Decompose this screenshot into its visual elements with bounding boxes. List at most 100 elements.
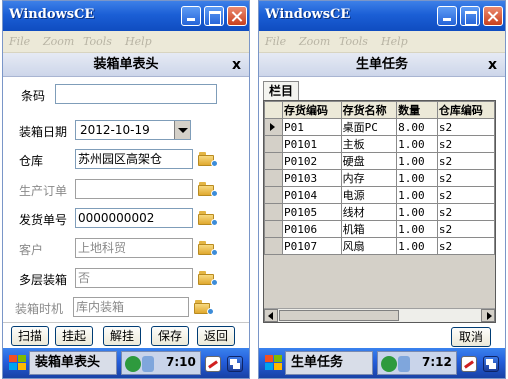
taskbar-item[interactable]: 装箱单表头: [29, 351, 117, 375]
scroll-thumb[interactable]: [279, 310, 399, 321]
menu-zoom[interactable]: Zoom: [299, 35, 330, 48]
table-cell[interactable]: 线材: [340, 203, 398, 221]
input-panel-icon[interactable]: [461, 356, 477, 372]
table-cell[interactable]: 机箱: [340, 220, 398, 238]
table-cell[interactable]: 1.00: [396, 186, 438, 204]
menu-file[interactable]: File: [9, 35, 30, 48]
table-row[interactable]: P0102 硬盘 1.00 s2: [264, 152, 495, 170]
row-header[interactable]: [264, 186, 283, 204]
desktop-switch-icon[interactable]: [227, 356, 243, 372]
maximize-button[interactable]: [204, 6, 224, 26]
hold-button[interactable]: 挂起: [55, 326, 93, 346]
table-cell[interactable]: P0102: [281, 152, 342, 170]
multi-layer-browse-folder-icon[interactable]: [198, 271, 218, 286]
row-header[interactable]: [264, 237, 283, 255]
close-window-button[interactable]: [483, 6, 503, 26]
production-order-browse-folder-icon[interactable]: [198, 182, 218, 197]
warehouse-input[interactable]: 苏州园区高架仓: [75, 149, 193, 169]
table-row[interactable]: P0103 内存 1.00 s2: [264, 169, 495, 187]
table-row[interactable]: P01 桌面PC 8.00 s2: [264, 118, 495, 136]
save-button[interactable]: 保存: [151, 326, 189, 346]
ship-no-input[interactable]: 0000000002: [75, 208, 193, 228]
table-cell[interactable]: 1.00: [396, 220, 438, 238]
table-cell[interactable]: 硬盘: [340, 152, 398, 170]
menu-tools[interactable]: Tools: [339, 35, 368, 48]
table-cell[interactable]: P0104: [281, 186, 342, 204]
network-icon[interactable]: [125, 356, 141, 372]
production-order-input[interactable]: [75, 179, 193, 199]
table-cell[interactable]: 电源: [340, 186, 398, 204]
customer-input[interactable]: 上地科贸: [75, 238, 193, 258]
menu-file[interactable]: File: [265, 35, 286, 48]
table-cell[interactable]: s2: [436, 186, 495, 204]
table-row[interactable]: P0107 风扇 1.00 s2: [264, 237, 495, 255]
tab-columns[interactable]: 栏目: [263, 81, 299, 100]
row-header[interactable]: [264, 118, 283, 136]
table-row[interactable]: P0106 机箱 1.00 s2: [264, 220, 495, 238]
table-cell[interactable]: P0107: [281, 237, 342, 255]
menu-zoom[interactable]: Zoom: [43, 35, 74, 48]
form-close-button[interactable]: x: [488, 53, 497, 77]
table-cell[interactable]: 风扇: [340, 237, 398, 255]
table-row[interactable]: P0105 线材 1.00 s2: [264, 203, 495, 221]
table-cell[interactable]: 8.00: [396, 118, 438, 136]
menu-tools[interactable]: Tools: [83, 35, 112, 48]
table-cell[interactable]: 主板: [340, 135, 398, 153]
title-bar[interactable]: WindowsCE: [3, 1, 249, 31]
table-row[interactable]: P0101 主板 1.00 s2: [264, 135, 495, 153]
connection-icon[interactable]: [142, 356, 154, 372]
table-cell[interactable]: s2: [436, 118, 495, 136]
multi-layer-input[interactable]: 否: [75, 268, 193, 288]
table-cell[interactable]: 1.00: [396, 237, 438, 255]
table-cell[interactable]: P0106: [281, 220, 342, 238]
column-header[interactable]: 存货名称: [340, 101, 398, 119]
row-header[interactable]: [264, 203, 283, 221]
menu-help[interactable]: Help: [381, 35, 408, 48]
table-cell[interactable]: P0103: [281, 169, 342, 187]
scan-button[interactable]: 扫描: [11, 326, 49, 346]
row-header[interactable]: [264, 152, 283, 170]
table-cell[interactable]: P0105: [281, 203, 342, 221]
table-cell[interactable]: s2: [436, 135, 495, 153]
table-cell[interactable]: s2: [436, 237, 495, 255]
table-cell[interactable]: 1.00: [396, 169, 438, 187]
desktop-switch-icon[interactable]: [483, 356, 499, 372]
row-header[interactable]: [264, 169, 283, 187]
input-panel-icon[interactable]: [205, 356, 221, 372]
network-icon[interactable]: [381, 356, 397, 372]
back-button[interactable]: 返回: [197, 326, 235, 346]
table-cell[interactable]: s2: [436, 220, 495, 238]
warehouse-browse-folder-icon[interactable]: [198, 152, 218, 167]
minimize-button[interactable]: [181, 6, 201, 26]
table-cell[interactable]: P0101: [281, 135, 342, 153]
start-windows-flag-icon[interactable]: [6, 353, 28, 373]
release-button[interactable]: 解挂: [103, 326, 141, 346]
horizontal-scrollbar[interactable]: [264, 308, 495, 322]
table-cell[interactable]: 1.00: [396, 135, 438, 153]
barcode-input[interactable]: [55, 84, 217, 104]
customer-browse-folder-icon[interactable]: [198, 241, 218, 256]
table-cell[interactable]: 1.00: [396, 203, 438, 221]
title-bar[interactable]: WindowsCE: [259, 1, 505, 31]
table-cell[interactable]: s2: [436, 152, 495, 170]
close-window-button[interactable]: [227, 6, 247, 26]
start-windows-flag-icon[interactable]: [262, 353, 284, 373]
inventory-grid[interactable]: 存货编码 存货名称 数量 仓库编码 P01 桌面PC 8.00 s2 P0101 主板 1.…: [263, 100, 496, 323]
form-close-button[interactable]: x: [232, 53, 241, 77]
chevron-down-icon[interactable]: [174, 121, 190, 139]
table-cell[interactable]: s2: [436, 169, 495, 187]
table-cell[interactable]: 1.00: [396, 152, 438, 170]
column-header[interactable]: 数量: [396, 101, 438, 119]
minimize-button[interactable]: [437, 6, 457, 26]
maximize-button[interactable]: [460, 6, 480, 26]
table-cell[interactable]: 桌面PC: [340, 118, 398, 136]
taskbar-item[interactable]: 生单任务: [285, 351, 373, 375]
cancel-button[interactable]: 取消: [451, 327, 491, 347]
timing-browse-folder-icon[interactable]: [194, 300, 214, 315]
row-header[interactable]: [264, 220, 283, 238]
scroll-left-arrow-icon[interactable]: [264, 309, 278, 322]
timing-input[interactable]: 库内装箱: [73, 297, 189, 317]
scroll-right-arrow-icon[interactable]: [481, 309, 495, 322]
row-header[interactable]: [264, 135, 283, 153]
table-row[interactable]: P0104 电源 1.00 s2: [264, 186, 495, 204]
